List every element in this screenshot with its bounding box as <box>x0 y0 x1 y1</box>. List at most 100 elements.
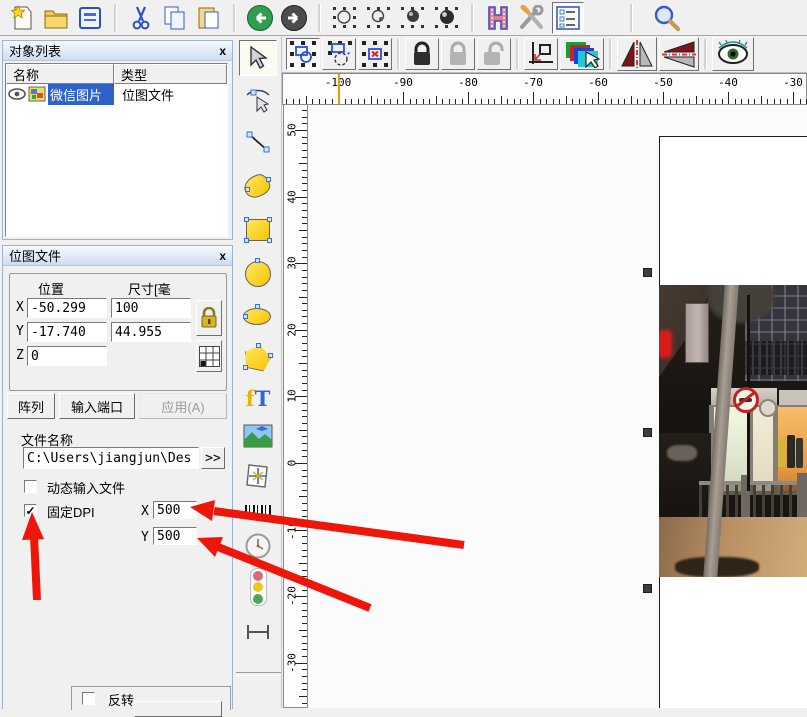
browse-button[interactable]: >> <box>201 447 225 469</box>
selection-handle-top-left[interactable] <box>643 268 652 277</box>
paste-button[interactable] <box>195 4 223 32</box>
toolcol-divider <box>236 672 281 676</box>
y-size-input[interactable] <box>111 322 191 342</box>
node-select-button[interactable] <box>331 4 359 32</box>
vruler-tick <box>302 656 307 657</box>
vruler-tick <box>299 630 307 631</box>
vector-file-tool-button[interactable] <box>239 458 277 494</box>
copy-button[interactable] <box>161 4 189 32</box>
hruler-tick <box>592 99 593 104</box>
node-edit-tool-button[interactable] <box>239 82 277 118</box>
lock-button[interactable] <box>405 38 439 70</box>
object-name-selected[interactable]: 微信图片 <box>48 84 114 105</box>
zoom-button[interactable] <box>653 4 681 32</box>
cut-button[interactable] <box>127 4 155 32</box>
open-file-button[interactable] <box>42 4 70 32</box>
file-name-input[interactable] <box>23 447 199 469</box>
visibility-eye-icon[interactable] <box>8 87 26 101</box>
measure-tool-button[interactable] <box>239 614 277 650</box>
vruler-tick <box>302 456 307 457</box>
object-list-title: 对象列表 <box>9 41 219 60</box>
line-tool-button[interactable] <box>239 124 277 160</box>
x-position-input[interactable] <box>27 298 107 318</box>
hruler-tick <box>709 99 710 104</box>
x-size-input[interactable] <box>111 298 191 318</box>
hruler-tick <box>774 99 775 104</box>
node-sphere-button[interactable] <box>433 4 461 32</box>
aspect-lock-button[interactable] <box>196 300 222 336</box>
mirror-vertical-button[interactable] <box>659 37 699 71</box>
column-header-name[interactable]: 名称 <box>6 64 114 84</box>
vruler-tick <box>302 683 307 684</box>
bitmap-panel-title: 位图文件 <box>9 246 219 265</box>
hruler-tick <box>741 99 742 104</box>
x-row-label: X <box>16 300 24 315</box>
new-file-button[interactable] <box>8 4 36 32</box>
hruler-tick <box>520 99 521 104</box>
fixed-dpi-checkbox[interactable]: ✓ <box>24 504 37 517</box>
invert-checkbox[interactable] <box>82 692 95 705</box>
vruler-tick <box>302 203 307 204</box>
node-add-button[interactable] <box>365 4 393 32</box>
save-button[interactable] <box>76 4 104 32</box>
vruler-tick <box>302 623 307 624</box>
mirror-horizontal-button[interactable] <box>617 37 657 71</box>
bitmap-panel-header[interactable]: 位图文件 x <box>3 246 232 266</box>
barcode-tool-button[interactable] <box>239 494 277 530</box>
align-button[interactable] <box>484 4 512 32</box>
lock-all-button[interactable] <box>441 38 475 70</box>
object-list-toggle-button[interactable] <box>552 2 584 34</box>
bitmap-panel-close-button[interactable]: x <box>219 250 226 262</box>
anchor-point-button[interactable] <box>196 340 222 372</box>
layer-colors-button[interactable] <box>560 38 604 70</box>
hruler-tick <box>306 96 307 104</box>
bitmap-image-object[interactable] <box>659 285 807 577</box>
hruler-tick <box>793 92 794 104</box>
unlock-button[interactable] <box>477 38 511 70</box>
hruler-tick <box>728 92 729 104</box>
object-list-row[interactable]: 微信图片 位图文件 <box>6 84 227 104</box>
vruler-tick <box>299 230 307 231</box>
rotate-select-button[interactable] <box>322 38 356 70</box>
ellipse-tool-button[interactable] <box>239 298 277 334</box>
hruler-tick <box>696 96 697 104</box>
object-list-header[interactable]: 对象列表 x <box>3 41 232 61</box>
text-tool-button[interactable]: fT <box>239 380 277 416</box>
select-tool-button[interactable] <box>239 40 277 76</box>
undo-button[interactable] <box>246 4 274 32</box>
image-tool-button[interactable] <box>239 418 277 454</box>
vertical-ruler[interactable]: 50403020100-10-20-30 <box>283 105 308 708</box>
measure-icon <box>245 623 271 641</box>
horizontal-ruler[interactable]: -100-90-80-70-60-50-40-30 <box>282 73 807 105</box>
z-position-input[interactable] <box>27 346 107 366</box>
column-header-type[interactable]: 类型 <box>114 64 227 84</box>
selection-handle-mid-left[interactable] <box>643 428 652 437</box>
array-button[interactable]: 阵列 <box>7 393 55 419</box>
dpi-y-input[interactable] <box>153 527 197 545</box>
apply-button[interactable]: 应用(A) <box>139 393 227 419</box>
object-list-close-button[interactable]: x <box>219 45 226 57</box>
dynamic-input-checkbox[interactable] <box>24 480 37 493</box>
y-position-input[interactable] <box>27 322 107 342</box>
multi-select-button[interactable] <box>286 38 320 70</box>
photo-railing-post-2 <box>797 473 807 523</box>
hruler-tick <box>358 99 359 104</box>
input-port-button[interactable]: 输入端口 <box>59 393 135 419</box>
circle-tool-button[interactable] <box>239 256 277 292</box>
clock-tool-button[interactable] <box>239 528 277 564</box>
hruler-tick <box>351 99 352 104</box>
invert-extra-button[interactable] <box>134 701 222 717</box>
delete-select-button[interactable] <box>358 38 392 70</box>
curve-tool-button[interactable] <box>239 168 277 204</box>
polygon-tool-button[interactable] <box>239 340 277 376</box>
set-origin-button[interactable] <box>524 38 558 70</box>
redo-button[interactable] <box>280 4 308 32</box>
settings-tools-button[interactable] <box>518 4 546 32</box>
selection-handle-bottom-left[interactable] <box>643 584 652 593</box>
traffic-light-tool-button[interactable] <box>239 566 277 608</box>
fixed-dpi-label: 固定DPI <box>47 502 95 521</box>
rectangle-tool-button[interactable] <box>239 212 277 248</box>
node-fill-button[interactable] <box>399 4 427 32</box>
preview-button[interactable] <box>712 37 754 71</box>
dpi-x-input[interactable] <box>153 501 197 519</box>
